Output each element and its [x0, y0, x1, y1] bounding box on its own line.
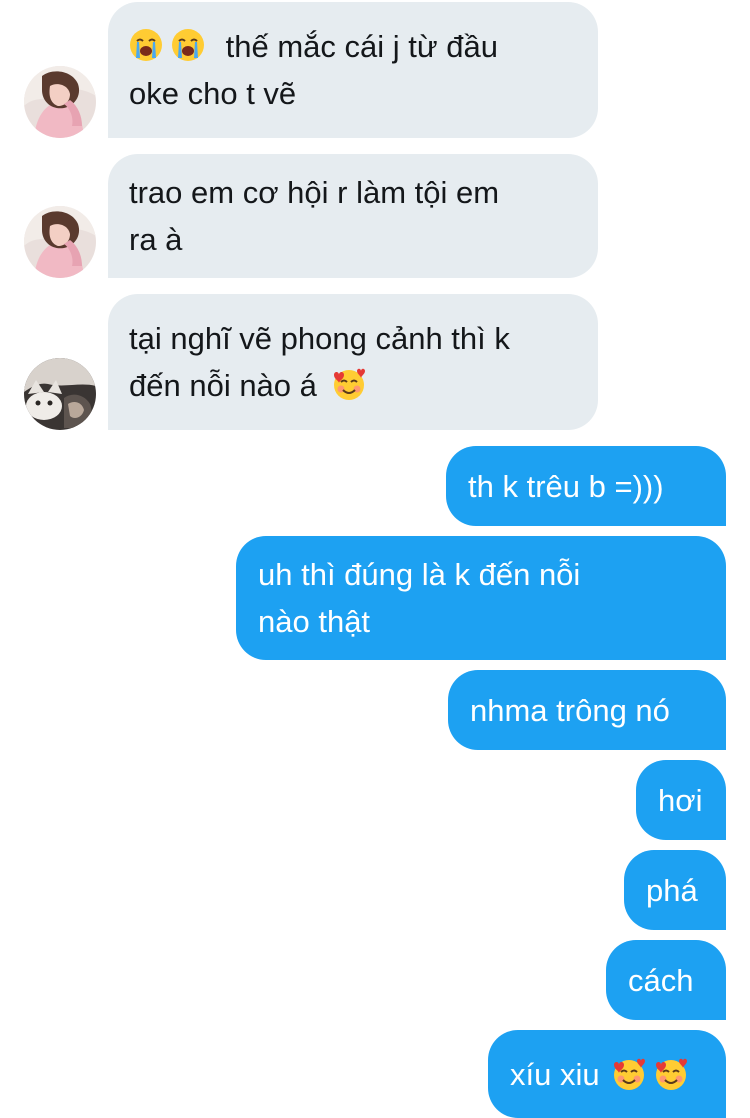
- message-text: nhma trông nó: [470, 692, 670, 728]
- loudly-crying-face-icon: [171, 28, 205, 62]
- outgoing-message[interactable]: phá: [624, 850, 726, 930]
- sender-avatar[interactable]: [24, 206, 96, 278]
- outgoing-message[interactable]: hơi: [636, 760, 726, 840]
- outgoing-message[interactable]: uh thì đúng là k đến nỗi nào thật: [236, 536, 726, 660]
- message-text: hơi: [658, 782, 703, 818]
- message-text-line: ra à: [129, 222, 183, 257]
- smiling-face-with-hearts-icon: [654, 1057, 688, 1091]
- message-text-line: nào thật: [258, 604, 371, 639]
- cat-photo-avatar: [24, 358, 96, 430]
- incoming-message[interactable]: thế mắc cái j từ đầu oke cho t vẽ: [108, 2, 598, 138]
- outgoing-message[interactable]: xíu xiu: [488, 1030, 726, 1118]
- loudly-crying-face-icon: [129, 28, 163, 62]
- pink-sweater-photo-avatar: [24, 66, 96, 138]
- message-text-line: đến nỗi nào á: [129, 368, 317, 403]
- message-text: phá: [646, 872, 698, 908]
- sender-avatar[interactable]: [24, 66, 96, 138]
- outgoing-message[interactable]: cách: [606, 940, 726, 1020]
- incoming-message[interactable]: tại nghĩ vẽ phong cảnh thì k đến nỗi nào…: [108, 294, 598, 430]
- message-text-line: tại nghĩ vẽ phong cảnh thì k: [129, 321, 510, 356]
- message-text: cách: [628, 962, 694, 998]
- smiling-face-with-hearts-icon: [612, 1057, 646, 1091]
- message-text-line: trao em cơ hội r làm tội em: [129, 175, 500, 210]
- pink-sweater-photo-avatar: [24, 206, 96, 278]
- message-text-line: oke cho t vẽ: [129, 76, 297, 111]
- sender-avatar[interactable]: [24, 358, 96, 430]
- message-text-line: uh thì đúng là k đến nỗi: [258, 557, 581, 592]
- message-text-line: thế mắc cái j từ đầu: [225, 29, 498, 64]
- outgoing-message[interactable]: th k trêu b =))): [446, 446, 726, 526]
- incoming-message[interactable]: trao em cơ hội r làm tội em ra à: [108, 154, 598, 278]
- outgoing-message[interactable]: nhma trông nó: [448, 670, 726, 750]
- smiling-face-with-hearts-icon: [332, 367, 366, 401]
- message-thread: thế mắc cái j từ đầu oke cho t vẽ trao e…: [0, 0, 750, 1118]
- message-text: th k trêu b =))): [468, 468, 664, 504]
- message-text: xíu xiu: [510, 1056, 600, 1092]
